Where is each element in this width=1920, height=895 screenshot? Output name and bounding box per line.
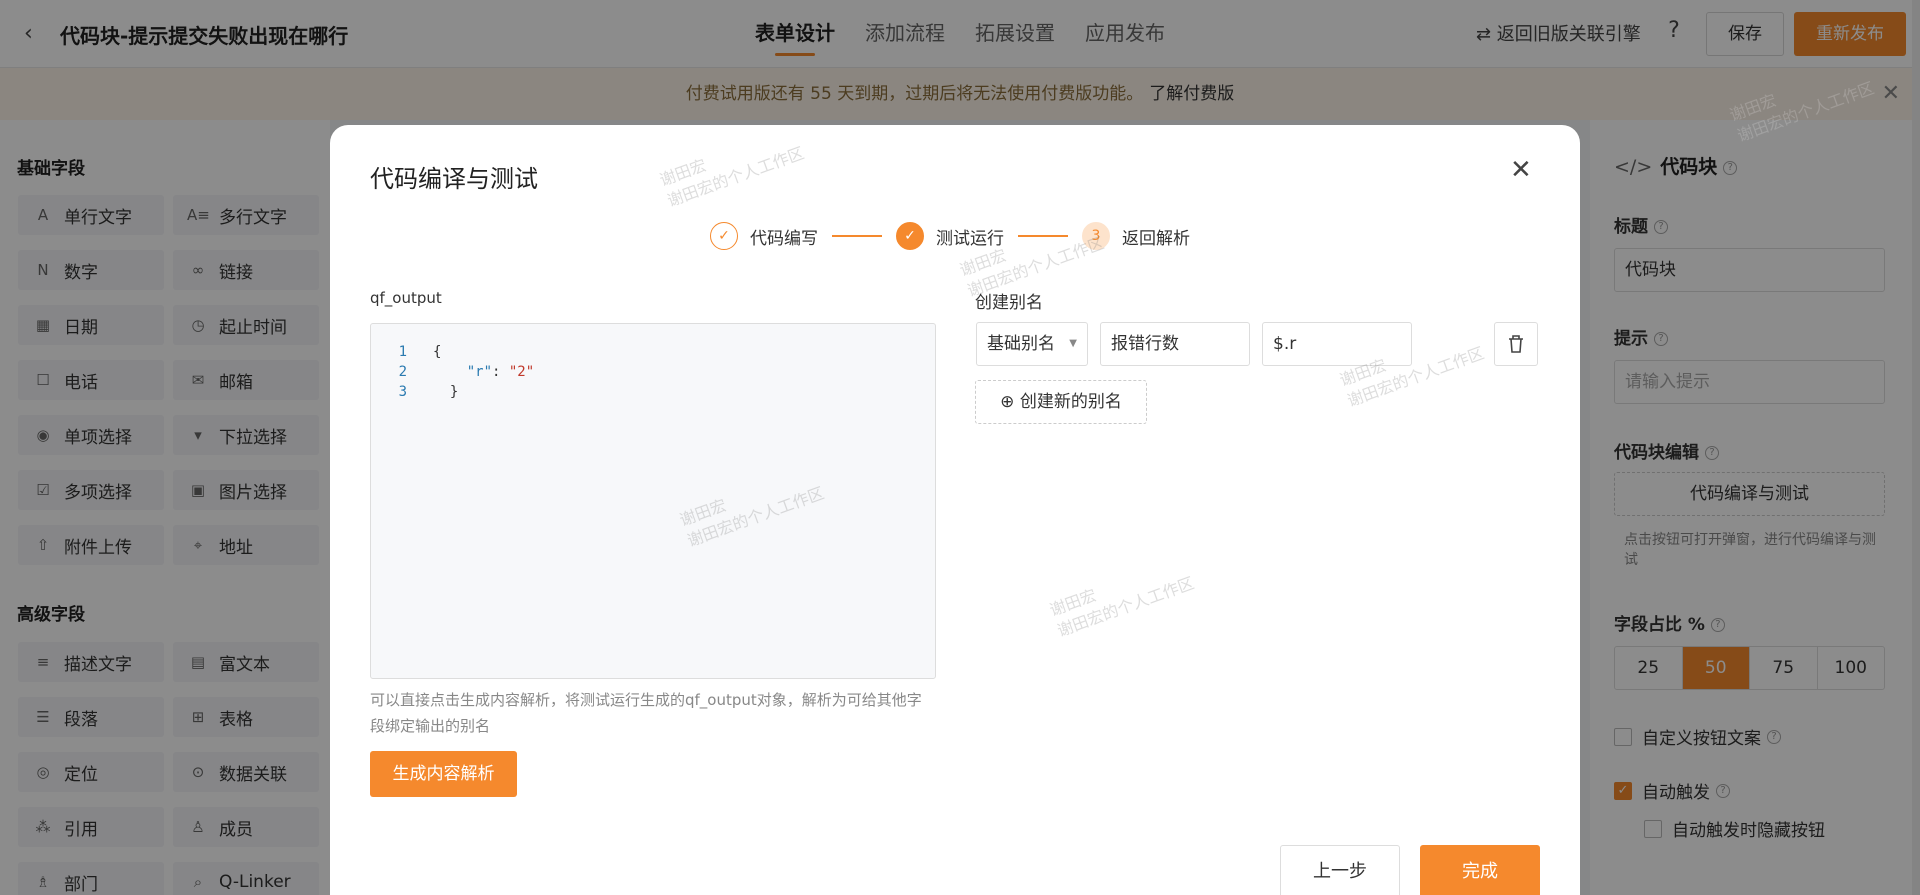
caret-down-icon: ▼ bbox=[1069, 338, 1077, 349]
step-test-run[interactable]: ✓ 测试运行 bbox=[896, 222, 1004, 250]
output-label: qf_output bbox=[370, 289, 442, 307]
code-line: 1{ bbox=[398, 344, 442, 360]
watermark: 谢田宏谢田宏的个人工作区 bbox=[657, 143, 807, 211]
code-compile-modal: 代码编译与测试 ✕ ✓ 代码编写 ✓ 测试运行 3 返回解析 qf_output 1{… bbox=[330, 125, 1580, 895]
alias-name-input[interactable]: 报错行数 bbox=[1100, 322, 1250, 366]
check-icon: ✓ bbox=[710, 222, 738, 250]
step-connector bbox=[832, 235, 882, 237]
prev-step-button[interactable]: 上一步 bbox=[1280, 845, 1400, 895]
done-button[interactable]: 完成 bbox=[1420, 845, 1540, 895]
stepper: ✓ 代码编写 ✓ 测试运行 3 返回解析 bbox=[710, 221, 1190, 251]
step-code-write[interactable]: ✓ 代码编写 bbox=[710, 222, 818, 250]
code-line: 2 "r": "2" bbox=[398, 364, 535, 380]
trash-icon[interactable] bbox=[1494, 322, 1538, 366]
generate-parse-button[interactable]: 生成内容解析 bbox=[370, 751, 517, 797]
watermark: 谢田宏谢田宏的个人工作区 bbox=[1047, 573, 1197, 641]
close-icon[interactable]: ✕ bbox=[1510, 155, 1532, 185]
code-line: 3 } bbox=[398, 384, 459, 400]
alias-type-select[interactable]: 基础别名 ▼ bbox=[976, 322, 1088, 366]
parse-help-text: 可以直接点击生成内容解析，将测试运行生成的qf_output对象，解析为可给其他… bbox=[370, 691, 922, 735]
add-alias-button[interactable]: ⊕ 创建新的别名 bbox=[975, 380, 1147, 424]
code-editor[interactable]: 1{ 2 "r": "2" 3 } bbox=[370, 323, 936, 679]
modal-title: 代码编译与测试 bbox=[370, 165, 538, 193]
check-icon: ✓ bbox=[896, 222, 924, 250]
